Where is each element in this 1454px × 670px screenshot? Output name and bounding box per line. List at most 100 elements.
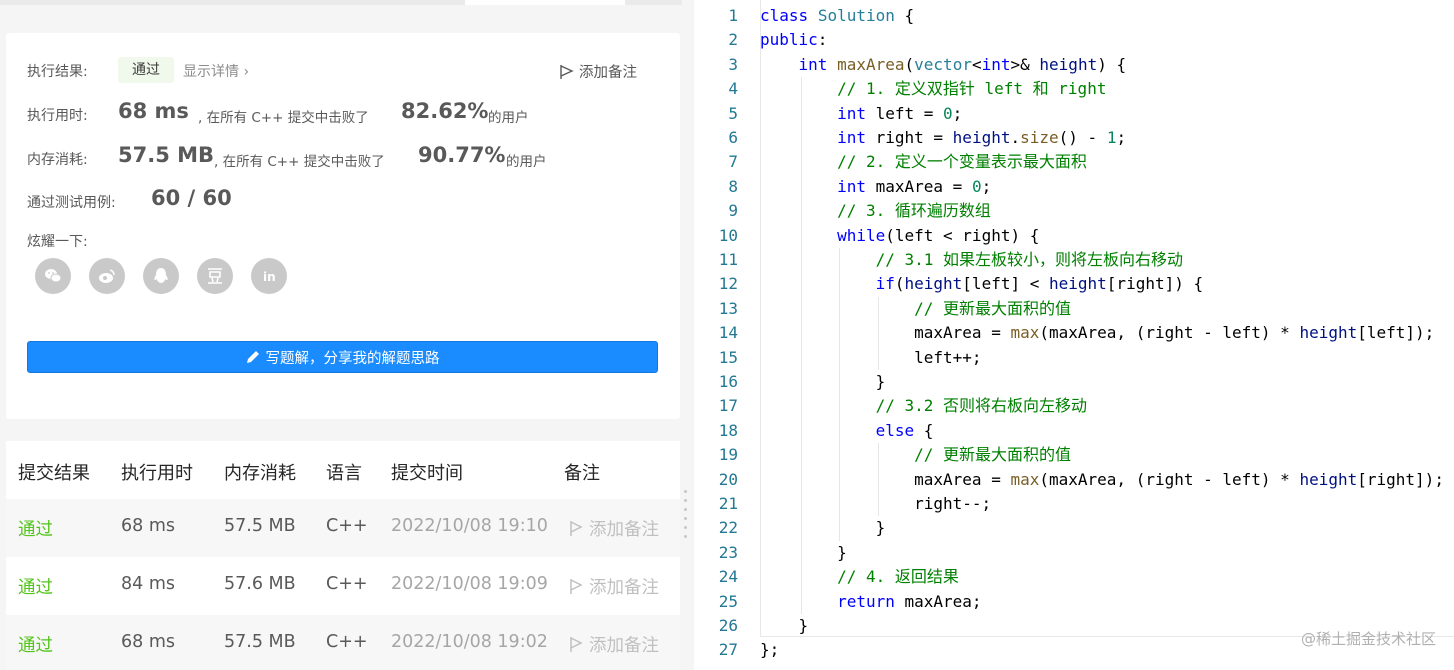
code-line[interactable]: 19 // 更新最大面积的值: [694, 443, 1454, 467]
douban-icon[interactable]: [197, 258, 233, 294]
row-memory: 57.6 MB: [224, 574, 296, 594]
runtime-text: , 在所有 C++ 提交中击败了: [198, 110, 369, 126]
linkedin-icon[interactable]: in: [251, 258, 287, 294]
line-text[interactable]: int maxArea = 0;: [760, 175, 991, 199]
line-text[interactable]: if(height[left] < height[right]) {: [760, 272, 1204, 296]
code-line[interactable]: 1 class Solution {: [694, 4, 1454, 28]
line-text[interactable]: public:: [760, 28, 827, 52]
line-text[interactable]: class Solution {: [760, 4, 914, 28]
memory-value: 57.5 MB: [118, 143, 215, 167]
row-status[interactable]: 通过: [18, 632, 53, 657]
top-tab-strip: [0, 0, 682, 5]
code-line[interactable]: 24 // 4. 返回结果: [694, 565, 1454, 589]
row-status[interactable]: 通过: [18, 516, 53, 541]
add-note-button[interactable]: 添加备注: [559, 61, 637, 82]
table-row[interactable]: 通过 68 ms 57.5 MB C++ 2022/10/08 19:10 添加…: [6, 499, 680, 557]
code-line[interactable]: 12 if(height[left] < height[right]) {: [694, 272, 1454, 296]
line-text[interactable]: return maxArea;: [760, 590, 982, 614]
line-number: 8: [728, 176, 738, 196]
line-text[interactable]: else {: [760, 419, 934, 443]
code-line[interactable]: 23 }: [694, 541, 1454, 565]
active-tab-marker[interactable]: [465, 0, 625, 5]
code-line[interactable]: 4 // 1. 定义双指针 left 和 right: [694, 77, 1454, 101]
line-number: 19: [718, 445, 738, 465]
line-text[interactable]: // 3.1 如果左板较小，则将左板向右移动: [760, 248, 1183, 272]
runtime-value: 68 ms: [118, 99, 189, 123]
table-row[interactable]: 通过 84 ms 57.6 MB C++ 2022/10/08 19:09 添加…: [6, 557, 680, 615]
code-line[interactable]: 5 int left = 0;: [694, 102, 1454, 126]
line-text[interactable]: left++;: [760, 346, 981, 370]
line-number: 17: [718, 396, 738, 416]
line-text[interactable]: // 3. 循环遍历数组: [760, 199, 991, 223]
code-line[interactable]: 10 while(left < right) {: [694, 224, 1454, 248]
code-line[interactable]: 3 int maxArea(vector<int>& height) {: [694, 53, 1454, 77]
code-line[interactable]: 22 }: [694, 516, 1454, 540]
line-number: 13: [718, 298, 738, 318]
memory-label: 内存消耗:: [27, 152, 88, 168]
line-text[interactable]: right--;: [760, 492, 991, 516]
row-runtime: 84 ms: [121, 574, 175, 594]
code-line[interactable]: 11 // 3.1 如果左板较小，则将左板向右移动: [694, 248, 1454, 272]
code-line[interactable]: 9 // 3. 循环遍历数组: [694, 199, 1454, 223]
flag-icon: [560, 64, 574, 79]
weibo-icon[interactable]: [89, 258, 125, 294]
line-number: 1: [728, 6, 738, 25]
line-text[interactable]: int right = height.size() - 1;: [760, 126, 1126, 150]
code-line[interactable]: 25 return maxArea;: [694, 590, 1454, 614]
code-line[interactable]: 13 // 更新最大面积的值: [694, 297, 1454, 321]
write-solution-button[interactable]: 写题解，分享我的解题思路: [27, 341, 658, 373]
line-text[interactable]: maxArea = max(maxArea, (right - left) * …: [760, 468, 1444, 492]
code-line[interactable]: 2 public:: [694, 28, 1454, 52]
line-text[interactable]: }: [760, 614, 809, 638]
line-text[interactable]: }: [760, 541, 847, 565]
line-text[interactable]: // 4. 返回结果: [760, 565, 959, 589]
row-memory: 57.5 MB: [224, 632, 296, 652]
panel-resize-handle[interactable]: [684, 490, 688, 544]
row-add-note[interactable]: 添加备注: [569, 574, 659, 599]
line-text[interactable]: // 1. 定义双指针 left 和 right: [760, 77, 1106, 101]
code-line[interactable]: 14 maxArea = max(maxArea, (right - left)…: [694, 321, 1454, 345]
line-text[interactable]: int maxArea(vector<int>& height) {: [760, 53, 1127, 77]
line-text[interactable]: maxArea = max(maxArea, (right - left) * …: [760, 321, 1434, 345]
line-text[interactable]: };: [760, 638, 779, 662]
qq-icon[interactable]: [143, 258, 179, 294]
tests-label: 通过测试用例:: [27, 195, 116, 211]
line-number: 15: [718, 347, 738, 367]
line-text[interactable]: }: [760, 516, 886, 540]
wechat-icon[interactable]: [35, 258, 71, 294]
row-status[interactable]: 通过: [18, 574, 53, 599]
tests-value: 60 / 60: [151, 186, 232, 210]
code-line[interactable]: 7 // 2. 定义一个变量表示最大面积: [694, 150, 1454, 174]
show-details-link[interactable]: 显示详情 ›: [183, 61, 249, 81]
line-text[interactable]: // 3.2 否则将右板向左移动: [760, 394, 1087, 418]
table-row[interactable]: 通过 68 ms 57.5 MB C++ 2022/10/08 19:02 添加…: [6, 615, 680, 670]
line-number: 7: [728, 152, 738, 172]
line-number: 2: [728, 30, 738, 50]
header-runtime: 执行用时: [121, 463, 193, 484]
row-add-note-label: 添加备注: [589, 520, 659, 540]
code-line[interactable]: 18 else {: [694, 419, 1454, 443]
header-submit-time: 提交时间: [391, 463, 463, 484]
line-number: 11: [718, 250, 738, 269]
line-text[interactable]: while(left < right) {: [760, 224, 1039, 248]
line-text[interactable]: // 更新最大面积的值: [760, 297, 1071, 321]
row-add-note[interactable]: 添加备注: [569, 516, 659, 541]
code-line[interactable]: 8 int maxArea = 0;: [694, 175, 1454, 199]
code-line[interactable]: 16 }: [694, 370, 1454, 394]
line-text[interactable]: // 更新最大面积的值: [760, 443, 1071, 467]
code-line[interactable]: 15 left++;: [694, 346, 1454, 370]
line-text[interactable]: }: [760, 370, 886, 394]
row-language: C++: [326, 574, 368, 594]
code-editor[interactable]: 1 class Solution { 2 public: 3 int maxArea(v…: [694, 0, 1454, 670]
code-line[interactable]: 6 int right = height.size() - 1;: [694, 126, 1454, 150]
code-line[interactable]: 21 right--;: [694, 492, 1454, 516]
row-add-note[interactable]: 添加备注: [569, 632, 659, 657]
line-text[interactable]: // 2. 定义一个变量表示最大面积: [760, 150, 1087, 174]
code-line[interactable]: 20 maxArea = max(maxArea, (right - left)…: [694, 468, 1454, 492]
line-text[interactable]: int left = 0;: [760, 102, 962, 126]
line-number: 27: [718, 640, 738, 660]
code-line[interactable]: 17 // 3.2 否则将右板向左移动: [694, 394, 1454, 418]
indent-guide: [877, 443, 879, 517]
runtime-percent: 82.62%: [401, 99, 489, 123]
line-number: 16: [718, 372, 738, 391]
